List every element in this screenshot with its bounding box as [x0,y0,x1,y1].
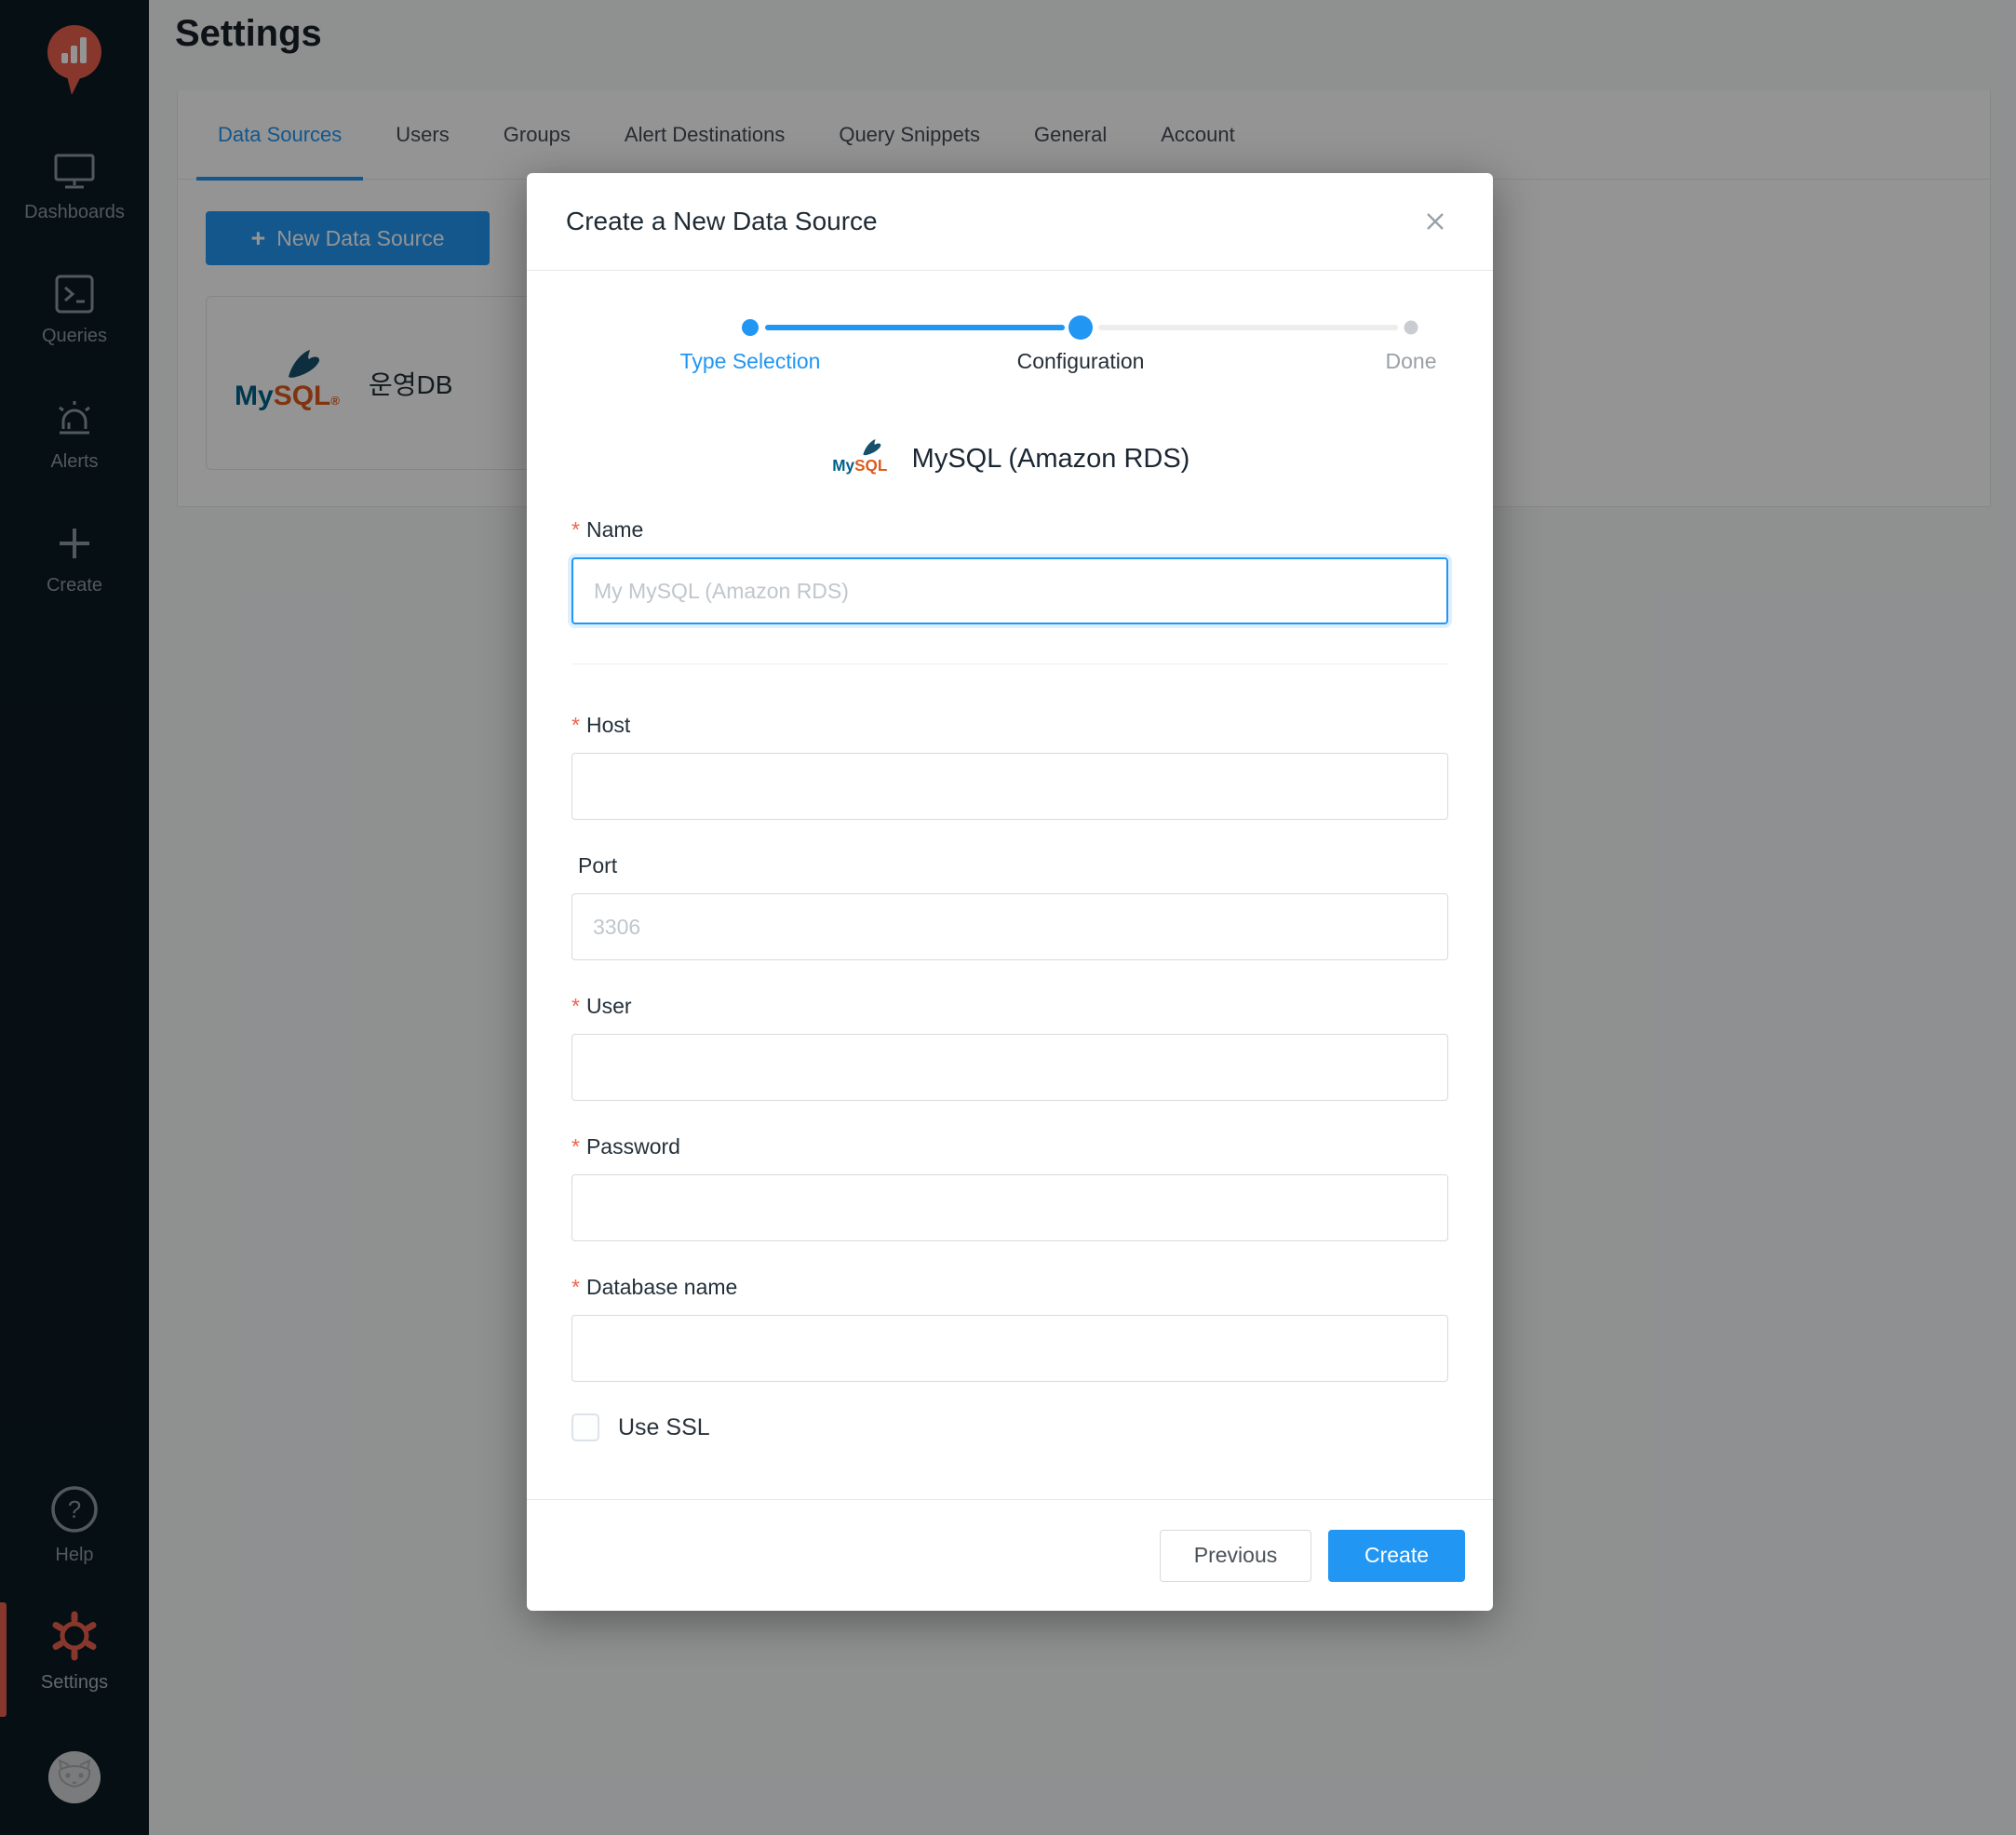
modal-header: Create a New Data Source [527,173,1493,271]
field-label: *User [571,994,1448,1019]
step-label-configuration: Configuration [922,349,1239,374]
previous-button[interactable]: Previous [1160,1530,1311,1582]
modal-footer: Previous Create [527,1499,1493,1611]
field-label: *Name [571,517,1448,542]
field-label: *Host [571,713,1448,738]
field-name: *Name [571,517,1448,624]
steps-progress: Type Selection Configuration Done [571,312,1448,397]
step-dot-type-selection [742,319,759,336]
step-connector-pending [1098,325,1398,330]
data-source-type-heading: MySQL MySQL (Amazon RDS) [571,438,1448,480]
user-input[interactable] [571,1034,1448,1101]
use-ssl-checkbox[interactable] [571,1413,599,1441]
field-label: *Password [571,1134,1448,1159]
step-dot-done [1404,321,1418,335]
close-icon[interactable] [1417,203,1454,240]
port-input[interactable] [571,893,1448,960]
step-connector-done [765,325,1065,330]
mysql-logo-icon: MySQL [830,438,897,480]
field-port: Port [571,853,1448,960]
type-heading-text: MySQL (Amazon RDS) [912,444,1190,475]
use-ssl-label: Use SSL [618,1414,710,1441]
required-mark: * [571,517,580,542]
password-input[interactable] [571,1174,1448,1241]
field-label: Port [571,853,1448,878]
create-button[interactable]: Create [1328,1530,1465,1582]
field-host: *Host [571,713,1448,820]
field-label: *Database name [571,1275,1448,1300]
name-input[interactable] [571,557,1448,624]
modal-title: Create a New Data Source [566,207,878,236]
step-dot-configuration [1068,315,1093,340]
field-user: *User [571,994,1448,1101]
required-mark: * [571,1275,580,1299]
required-mark: * [571,994,580,1018]
required-mark: * [571,1134,580,1159]
required-mark: * [571,713,580,737]
svg-text:MySQL: MySQL [832,456,887,475]
host-input[interactable] [571,753,1448,820]
form-divider [571,663,1448,664]
step-label-done: Done [1253,349,1569,374]
step-label-type-selection[interactable]: Type Selection [592,349,908,374]
modal-body: Type Selection Configuration Done MySQL … [527,312,1493,1441]
app-window: Dashboards Queries [0,0,2016,1835]
field-password: *Password [571,1134,1448,1241]
use-ssl-row[interactable]: Use SSL [571,1413,1448,1441]
create-data-source-modal: Create a New Data Source Type Selection … [527,173,1493,1611]
database-name-input[interactable] [571,1315,1448,1382]
field-database-name: *Database name [571,1275,1448,1382]
